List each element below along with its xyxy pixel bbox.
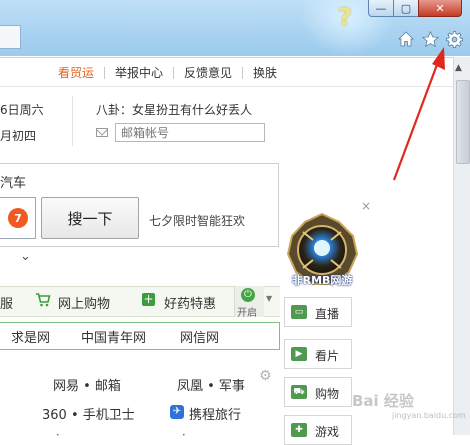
site-link-163-mail[interactable]: 网易 • 邮箱 [53,375,121,394]
side-tab-label: 直播 [315,307,340,321]
shopping-cart-icon [35,292,51,311]
ctrip-icon: ✈ [170,405,184,419]
gossip-headline-link[interactable]: 八卦：女星扮丑有什么好丢人 [96,101,252,118]
power-icon: ⏻ [241,288,255,302]
nav-link-feedback[interactable]: 反馈意见 [174,64,242,81]
medicine-deals-link[interactable]: 好药特惠 [164,293,216,312]
film-icon: ▶ [291,347,307,361]
help-icon[interactable]: ? [338,3,360,31]
side-tab-label: 购物 [315,387,340,401]
side-tab-label: 游戏 [315,425,340,439]
baidu-watermark: Bai 经验 [352,392,414,410]
search-category-tab[interactable]: 汽车 [0,172,26,191]
browser-tab[interactable] [0,25,21,49]
list-bullet: • [182,432,186,439]
ad-close-icon[interactable]: × [361,199,371,213]
toggle-label: 开启 [237,308,257,319]
site-link-cac[interactable]: 网信网 [180,327,219,346]
settings-small-icon[interactable]: ⚙ [259,368,272,384]
ad-label: 非RMB网游 [291,274,353,287]
side-tab-live[interactable]: ▭ 直播 [284,297,352,327]
nav-link-report[interactable]: 举报中心 [105,64,173,81]
scroll-thumb[interactable] [456,80,470,164]
email-account-input[interactable] [115,123,265,142]
side-tab-movies[interactable]: ▶ 看片 [284,339,352,369]
list-bullet: • [56,432,60,439]
close-button[interactable]: ✕ [418,0,462,17]
side-tab-shopping[interactable]: ⛟ 购物 [284,377,352,407]
info-divider [72,96,73,146]
scroll-up-icon[interactable]: ▲ [455,63,462,73]
site-link-youth[interactable]: 中国青年网 [81,327,146,346]
search-promo-link[interactable]: 七夕限时智能狂欢 [149,212,245,229]
shop-link-partial[interactable]: 服 [0,293,13,312]
live-icon: ▭ [291,305,307,319]
date-lunar: 月初四 [0,129,37,143]
site-link-360-guard[interactable]: 360 • 手机卫士 [42,404,135,423]
search-button[interactable]: 搜一下 [41,197,139,239]
online-shopping-link[interactable]: 网上购物 [58,293,110,312]
site-link-ifeng-military[interactable]: 凤凰 • 军事 [177,375,245,394]
side-tab-label: 看片 [315,349,340,363]
top-nav: 看贸运 举报中心 反馈意见 换肤 [48,64,287,81]
cart-icon: ⛟ [291,385,307,399]
date-weekday: 6日周六 [0,103,44,117]
site-link-qiushi[interactable]: 求是网 [11,327,50,346]
maximize-button[interactable]: ▢ [393,0,419,17]
star-icon[interactable] [420,29,440,49]
gear-icon[interactable] [444,29,464,49]
minimize-button[interactable]: — [368,0,394,17]
home-icon[interactable] [396,29,416,49]
site-link-ctrip[interactable]: 携程旅行 [189,404,241,423]
dropdown-arrow-icon[interactable]: ▼ [266,294,272,303]
baidu-watermark-url: jingyan.baidu.com [392,411,466,420]
nav-link-kanmaoyun[interactable]: 看贸运 [48,64,104,81]
mail-icon [96,128,108,137]
medicine-plus-icon: + [142,292,155,306]
nav-divider-line [0,86,453,87]
side-tab-games[interactable]: ✚ 游戏 [284,415,352,445]
nav-link-skin[interactable]: 换肤 [243,64,287,81]
search-suggestion-badge: 7 [8,208,28,228]
chevron-down-icon[interactable]: ⌄ [20,249,31,264]
